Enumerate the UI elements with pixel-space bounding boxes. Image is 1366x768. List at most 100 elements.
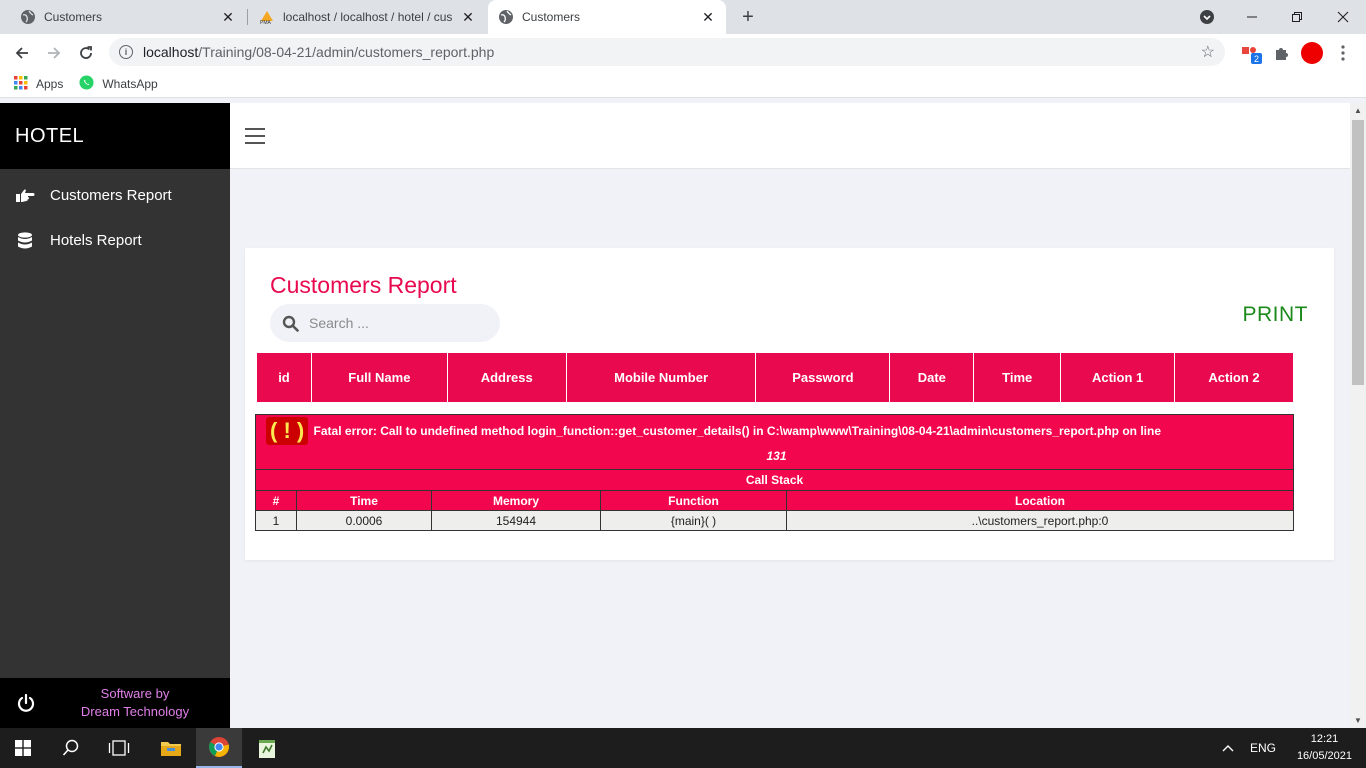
bookmark-whatsapp[interactable]: WhatsApp bbox=[79, 75, 158, 93]
system-tray: ENG bbox=[1222, 728, 1276, 768]
extension-badge: 2 bbox=[1251, 53, 1262, 64]
extension-icon[interactable]: 2 bbox=[1240, 42, 1262, 64]
credit-line-2: Dream Technology bbox=[80, 704, 190, 719]
call-stack-title-row: Call Stack bbox=[255, 469, 1294, 491]
tab-title: Customers bbox=[44, 10, 103, 24]
clock-date: 16/05/2021 bbox=[1296, 750, 1352, 762]
bookmark-apps[interactable]: Apps bbox=[14, 75, 64, 93]
windows-taskbar: ENG 12:21 16/05/2021 bbox=[0, 728, 1366, 768]
back-button[interactable] bbox=[8, 39, 36, 67]
chrome-taskbar-icon[interactable] bbox=[196, 728, 242, 768]
tray-chevron-up-icon[interactable] bbox=[1222, 741, 1234, 755]
php-error-table: ( ! ) Fatal error: Call to undefined met… bbox=[255, 414, 1294, 531]
windows-start-icon[interactable] bbox=[0, 728, 46, 768]
stack-cell-index: 1 bbox=[255, 510, 297, 531]
tab-search-button[interactable] bbox=[1184, 0, 1230, 34]
forward-button[interactable] bbox=[40, 39, 68, 67]
error-line-number: 131 bbox=[766, 449, 787, 463]
sidebar-item-label: Customers Report bbox=[50, 187, 172, 204]
notepad-plus-icon[interactable] bbox=[244, 728, 290, 768]
stack-header-time: Time bbox=[296, 490, 432, 511]
sidebar-item-customers-report[interactable]: Customers Report bbox=[0, 173, 230, 218]
site-info-icon[interactable]: i bbox=[119, 45, 133, 59]
column-header-time: Time bbox=[973, 352, 1062, 403]
minimize-button[interactable] bbox=[1229, 0, 1275, 34]
globe-icon bbox=[20, 9, 36, 25]
scroll-down-arrow-icon[interactable]: ▼ bbox=[1354, 716, 1362, 725]
browser-tab-2[interactable]: PMA localhost / localhost / hotel / cus … bbox=[249, 0, 486, 34]
power-logout-icon[interactable] bbox=[0, 693, 52, 713]
tab-title: Customers bbox=[522, 10, 581, 24]
credit-line-1: Software by bbox=[100, 686, 170, 701]
svg-text:PMA: PMA bbox=[260, 20, 272, 25]
close-tab-icon[interactable]: ✕ bbox=[458, 7, 478, 27]
page-scrollbar[interactable]: ▲ ▼ bbox=[1350, 103, 1366, 728]
close-window-button[interactable] bbox=[1320, 0, 1366, 34]
software-credit: Software by Dream Technology bbox=[52, 685, 230, 721]
phpmyadmin-icon: PMA bbox=[259, 9, 275, 25]
tab-separator bbox=[247, 9, 248, 25]
profile-avatar[interactable] bbox=[1301, 42, 1323, 64]
reload-button[interactable] bbox=[72, 39, 100, 67]
column-header-id: id bbox=[256, 352, 312, 403]
stack-cell-time: 0.0006 bbox=[296, 510, 432, 531]
page-title: Customers Report bbox=[270, 272, 457, 298]
new-tab-button[interactable]: + bbox=[737, 6, 759, 28]
taskbar-clock[interactable]: 12:21 16/05/2021 bbox=[1297, 731, 1352, 765]
stack-header-function: Function bbox=[600, 490, 787, 511]
error-message-row: ( ! ) Fatal error: Call to undefined met… bbox=[255, 414, 1294, 470]
database-icon bbox=[15, 231, 35, 250]
menu-toggle-icon[interactable] bbox=[245, 128, 265, 144]
stack-header-index: # bbox=[255, 490, 297, 511]
print-button[interactable]: PRINT bbox=[1243, 303, 1309, 327]
clock-time: 12:21 bbox=[1310, 733, 1339, 745]
call-stack-header-row: # Time Memory Function Location bbox=[255, 490, 1294, 511]
error-message-cell: ( ! ) Fatal error: Call to undefined met… bbox=[255, 414, 1294, 470]
globe-icon bbox=[498, 9, 514, 25]
address-bar[interactable]: i localhost/Training/08-04-21/admin/cust… bbox=[109, 38, 1225, 66]
search-input[interactable] bbox=[309, 315, 479, 331]
column-header-action-2: Action 2 bbox=[1174, 352, 1294, 403]
column-header-mobile-number: Mobile Number bbox=[565, 352, 757, 403]
search-box[interactable] bbox=[270, 304, 500, 342]
stack-header-memory: Memory bbox=[431, 490, 601, 511]
sidebar: HOTEL Customers Report Hotels Report Sof… bbox=[0, 103, 230, 728]
stack-cell-location: ..\customers_report.php:0 bbox=[786, 510, 1294, 531]
close-tab-icon[interactable]: ✕ bbox=[218, 7, 238, 27]
sidebar-item-hotels-report[interactable]: Hotels Report bbox=[0, 218, 230, 263]
column-header-action-1: Action 1 bbox=[1060, 352, 1176, 403]
browser-menu-icon[interactable] bbox=[1332, 42, 1354, 64]
language-indicator[interactable]: ENG bbox=[1250, 741, 1276, 755]
tab-title: localhost / localhost / hotel / cus bbox=[283, 10, 453, 24]
puzzle-extensions-icon[interactable] bbox=[1270, 42, 1292, 64]
file-explorer-icon[interactable] bbox=[148, 728, 194, 768]
bookmark-star-icon[interactable]: ☆ bbox=[1201, 42, 1215, 62]
scroll-up-arrow-icon[interactable]: ▲ bbox=[1354, 106, 1362, 115]
close-tab-icon[interactable]: ✕ bbox=[698, 7, 718, 27]
column-header-full-name: Full Name bbox=[310, 352, 448, 403]
stack-cell-function: {main}( ) bbox=[600, 510, 787, 531]
stack-cell-memory: 154944 bbox=[431, 510, 601, 531]
browser-toolbar: i localhost/Training/08-04-21/admin/cust… bbox=[0, 34, 1366, 71]
search-icon bbox=[282, 315, 299, 332]
hand-point-right-icon bbox=[15, 188, 35, 204]
browser-tab-1[interactable]: Customers ✕ bbox=[0, 0, 246, 34]
error-line-wrap: 131 bbox=[266, 445, 1287, 467]
page-viewport: HOTEL Customers Report Hotels Report Sof… bbox=[0, 103, 1350, 728]
top-bar bbox=[230, 103, 1350, 169]
customers-table: id Full Name Address Mobile Number Passw… bbox=[256, 352, 1294, 403]
brand-logo[interactable]: HOTEL bbox=[0, 103, 230, 169]
taskbar-search-icon[interactable] bbox=[48, 728, 94, 768]
task-view-icon[interactable] bbox=[96, 728, 142, 768]
sidebar-item-label: Hotels Report bbox=[50, 232, 142, 249]
stack-header-location: Location bbox=[786, 490, 1294, 511]
table-row: 1 0.0006 154944 {main}( ) ..\customers_r… bbox=[255, 510, 1294, 531]
bookmark-label: Apps bbox=[36, 77, 64, 91]
customers-report-card: Customers Report PRINT id Full Name Addr… bbox=[245, 248, 1334, 560]
column-header-address: Address bbox=[446, 352, 567, 403]
sidebar-footer: Software by Dream Technology bbox=[0, 678, 230, 728]
scrollbar-thumb[interactable] bbox=[1352, 120, 1364, 385]
table-header-row: id Full Name Address Mobile Number Passw… bbox=[256, 352, 1294, 403]
browser-tab-3[interactable]: Customers ✕ bbox=[488, 0, 726, 34]
restore-button[interactable] bbox=[1274, 0, 1320, 34]
